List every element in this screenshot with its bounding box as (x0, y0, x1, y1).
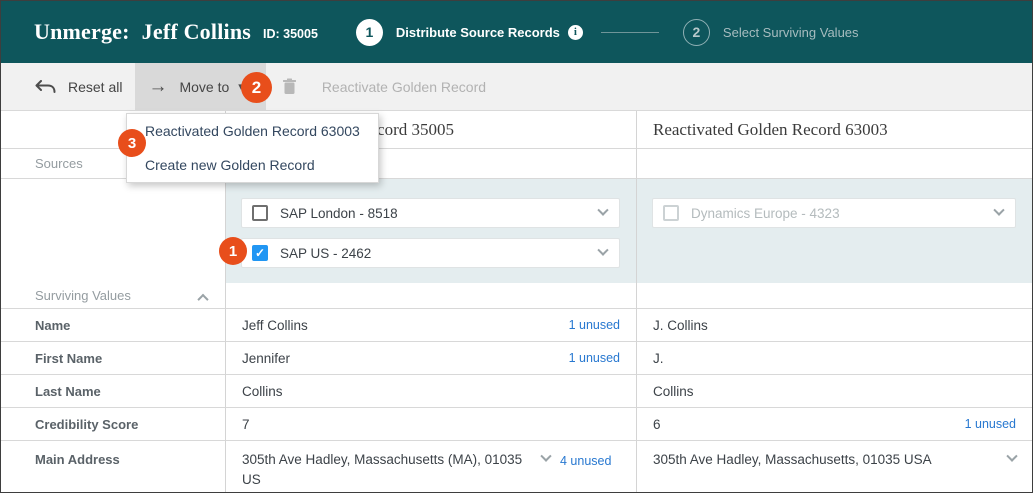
value-text: 305th Ave Hadley, Massachusetts (MA), 01… (242, 450, 542, 490)
value-text: 305th Ave Hadley, Massachusetts, 01035 U… (653, 450, 1008, 470)
chevron-down-icon (993, 205, 1004, 216)
surviving-values-section-label[interactable]: Surviving Values (1, 283, 225, 309)
chevron-down-icon[interactable] (597, 205, 608, 216)
header-bar: Unmerge: Jeff Collins ID: 35005 1 Distrib… (1, 1, 1032, 63)
attribute-label-name: Name (1, 309, 225, 342)
step-connector-line (601, 32, 659, 33)
sources-row-label-spacer (1, 179, 225, 283)
record-name: Jeff Collins (142, 19, 251, 44)
value-text: 6 (653, 417, 955, 432)
attribute-label-credibility-score: Credibility Score (1, 408, 225, 441)
move-to-label: Move to (179, 79, 229, 95)
value-text: J. (653, 351, 1016, 366)
unused-values-link[interactable]: 1 unused (965, 417, 1016, 431)
value-text: 7 (242, 417, 620, 432)
source-card-sap-us[interactable]: ✓ SAP US - 2462 (241, 238, 620, 268)
value-text: J. Collins (653, 318, 1016, 333)
step-2-circle: 2 (683, 19, 710, 46)
unused-values-link[interactable]: 1 unused (569, 318, 620, 332)
reset-all-label: Reset all (68, 79, 122, 95)
chevron-down-icon[interactable] (540, 451, 551, 462)
source-label: SAP US - 2462 (280, 246, 599, 261)
wizard-stepper: 1 Distribute Source Records i 2 Select S… (356, 19, 859, 46)
source-card-dynamics-europe: Dynamics Europe - 4323 (652, 198, 1016, 228)
trash-icon (282, 63, 297, 110)
surviving-spacer-left (225, 283, 636, 309)
page-title-prefix: Unmerge: (34, 19, 130, 44)
attribute-label-last-name: Last Name (1, 375, 225, 408)
unused-values-link[interactable]: 1 unused (569, 351, 620, 365)
reactivated-value-main-address: 305th Ave Hadley, Massachusetts, 01035 U… (636, 441, 1032, 493)
reactivated-sources-area: Dynamics Europe - 4323 (636, 179, 1032, 283)
record-id: ID: 35005 (263, 27, 318, 41)
chevron-down-icon[interactable] (597, 245, 608, 256)
reactivated-record-column-header: Reactivated Golden Record 63003 (636, 111, 1032, 149)
checkbox-disabled-icon (663, 205, 679, 221)
golden-value-credibility-score: 7 (225, 408, 636, 441)
unused-values-link[interactable]: 4 unused (560, 451, 611, 471)
reset-all-button[interactable]: Reset all (1, 63, 122, 110)
chevron-down-icon[interactable] (1006, 451, 1017, 462)
value-text: Jeff Collins (242, 318, 559, 333)
golden-value-last-name: Collins (225, 375, 636, 408)
menu-item-reactivated-golden-record[interactable]: Reactivated Golden Record 63003 (127, 114, 378, 148)
sources-header-spacer-right (636, 149, 1032, 179)
chevron-up-icon[interactable] (197, 294, 208, 305)
reactivated-value-last-name: Collins (636, 375, 1032, 408)
value-text: Collins (242, 384, 620, 399)
move-to-dropdown-menu: Reactivated Golden Record 63003 Create n… (126, 113, 379, 183)
callout-badge-2: 2 (241, 72, 272, 103)
step-2-label: Select Surviving Values (723, 25, 859, 40)
checkbox-checked-icon[interactable]: ✓ (252, 245, 268, 261)
golden-value-name: Jeff Collins 1 unused (225, 309, 636, 342)
callout-badge-1: 1 (219, 237, 247, 265)
reactivated-value-first-name: J. (636, 342, 1032, 375)
reactivate-label: Reactivate Golden Record (322, 79, 486, 95)
step-1-label: Distribute Source Records (396, 25, 560, 40)
source-label: Dynamics Europe - 4323 (691, 206, 995, 221)
source-label: SAP London - 8518 (280, 206, 599, 221)
surviving-spacer-right (636, 283, 1032, 309)
step-1-circle: 1 (356, 19, 383, 46)
value-text: Collins (653, 384, 1016, 399)
reactivated-value-name: J. Collins (636, 309, 1032, 342)
callout-badge-3: 3 (118, 129, 146, 157)
undo-icon (35, 80, 57, 94)
info-icon[interactable]: i (568, 25, 583, 40)
page-title: Unmerge: Jeff Collins (34, 19, 251, 45)
unmerge-window: Unmerge: Jeff Collins ID: 35005 1 Distrib… (0, 0, 1033, 493)
reactivated-value-credibility-score: 6 1 unused (636, 408, 1032, 441)
checkbox-unchecked-icon[interactable] (252, 205, 268, 221)
move-arrow-icon: → (148, 76, 167, 98)
menu-item-create-new-golden-record[interactable]: Create new Golden Record (127, 148, 378, 182)
golden-value-main-address: 305th Ave Hadley, Massachusetts (MA), 01… (225, 441, 636, 493)
attribute-label-first-name: First Name (1, 342, 225, 375)
value-text: Jennifer (242, 351, 559, 366)
attribute-label-main-address: Main Address (1, 441, 225, 493)
source-card-sap-london[interactable]: SAP London - 8518 (241, 198, 620, 228)
golden-value-first-name: Jennifer 1 unused (225, 342, 636, 375)
reactivate-golden-record-button[interactable]: Reactivate Golden Record (313, 63, 486, 110)
surviving-values-text: Surviving Values (35, 288, 131, 303)
golden-sources-area: SAP London - 8518 ✓ SAP US - 2462 (225, 179, 636, 283)
toolbar: Reset all → Move to ▾ Reactivate Golden … (1, 63, 1032, 111)
